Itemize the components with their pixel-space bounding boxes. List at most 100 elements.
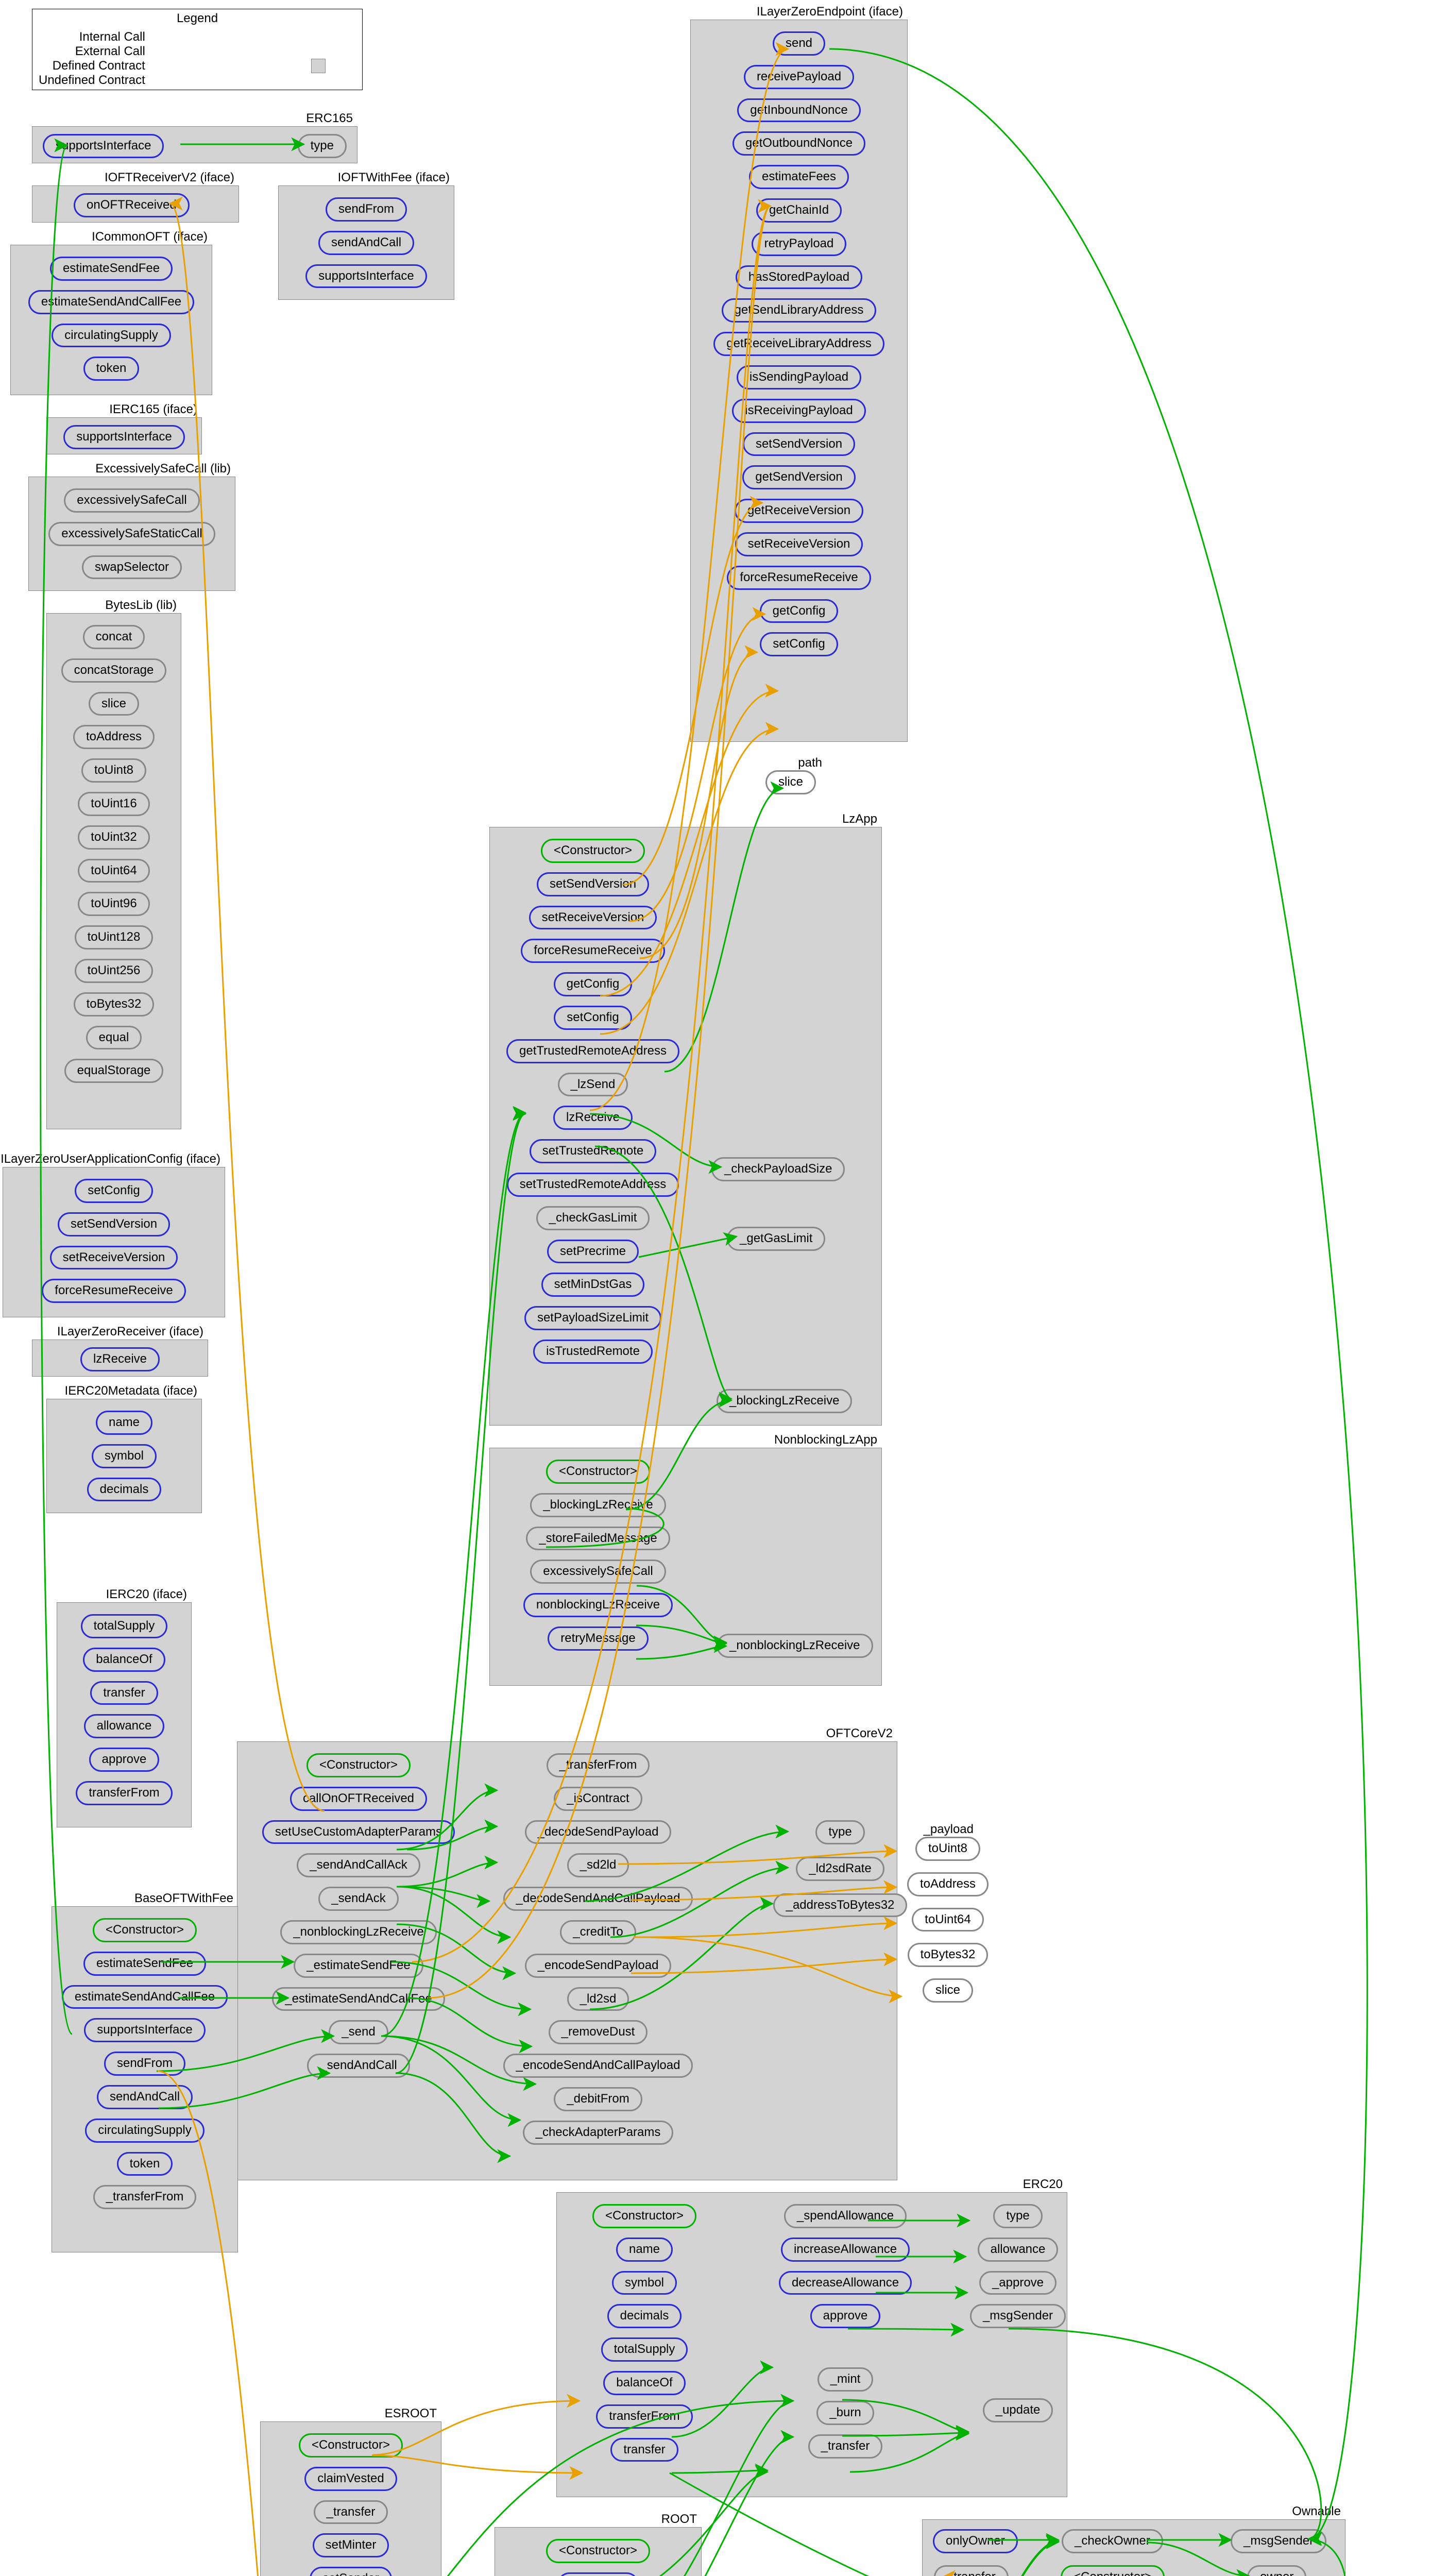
node: name [616, 2238, 673, 2262]
node: supportsInterface [84, 2018, 205, 2042]
node: totalSupply [81, 1614, 168, 1638]
node: _mint [817, 2367, 874, 2392]
node: setTrustedRemoteAddress [507, 1173, 679, 1197]
group-title: _payload [924, 1822, 974, 1837]
node: _decodeSendPayload [525, 1820, 672, 1844]
legend-defined-label: Defined Contract [39, 59, 145, 73]
node: retryMessage [548, 1626, 648, 1651]
node: _sendAndCallAck [297, 1853, 420, 1877]
cluster-lzapp: LzApp <Constructor> setSendVersion setRe… [489, 827, 882, 1426]
node-supportsInterface: supportsInterface [63, 425, 184, 449]
node: _burn [816, 2401, 874, 2425]
node-type: type [298, 134, 347, 158]
node: _msgSender [970, 2304, 1066, 2328]
node: <Constructor> [546, 2539, 650, 2563]
cluster-title: Ownable [1292, 2504, 1341, 2519]
node: onlyOwner [933, 2529, 1018, 2553]
node: equalStorage [64, 1059, 164, 1083]
node-estimateSendAndCallFee: estimateSendAndCallFee [28, 290, 194, 314]
cluster-ilzuac: ILayerZeroUserApplicationConfig (iface) … [3, 1167, 225, 1317]
cluster-title: ROOT [661, 2512, 697, 2527]
legend: Legend Internal Call External Call Defin… [32, 9, 363, 90]
node: setConfig [554, 1006, 632, 1030]
cluster-erc165: ERC165 supportsInterface type [32, 126, 357, 163]
node: _approve [979, 2271, 1057, 2295]
node: _ld2sd [567, 1987, 629, 2011]
node: <Constructor> [541, 839, 645, 863]
node: _transfer [314, 2500, 388, 2524]
node: _blockingLzReceive [530, 1493, 666, 1517]
node: type [993, 2204, 1042, 2228]
legend-undefined-label: Undefined Contract [39, 73, 145, 88]
cluster-title: IERC20 (iface) [106, 1587, 187, 1602]
node: _sd2ld [567, 1853, 629, 1877]
node: _checkAdapterParams [523, 2121, 674, 2145]
node: callOnOFTReceived [290, 1787, 427, 1811]
node: getReceiveLibraryAddress [713, 332, 884, 356]
cluster-root: ROOT <Constructor> sendFrom _transfer mi… [495, 2527, 702, 2576]
node: _storeFailedMessage [526, 1527, 670, 1551]
node: _estimateSendAndCallFee [272, 1987, 445, 2011]
node: receivePayload [744, 65, 854, 89]
node: _sendAndCall [307, 2054, 410, 2078]
node: <Constructor> [592, 2204, 696, 2228]
node: _isContract [554, 1787, 642, 1811]
legend-swatch [311, 59, 326, 73]
cluster-ierc165: IERC165 (iface) supportsInterface [46, 417, 202, 454]
node: _blockingLzReceive [717, 1389, 852, 1413]
node: toUint128 [75, 925, 154, 950]
node: isSendingPayload [737, 365, 861, 389]
node: toUint256 [75, 959, 154, 983]
cluster-title: OFTCoreV2 [826, 1726, 893, 1741]
node: slice [765, 770, 816, 794]
node: <Constructor> [1061, 2565, 1165, 2576]
node: decimals [607, 2304, 682, 2328]
node: toUint96 [78, 892, 149, 916]
cluster-title: NonblockingLzApp [774, 1433, 877, 1447]
node: slice [89, 692, 139, 716]
node: concat [83, 625, 145, 649]
node-onOFTReceived: onOFTReceived [74, 193, 190, 217]
node: toUint32 [78, 825, 149, 850]
node: setReceiveVersion [529, 906, 657, 930]
cluster-title: LzApp [842, 812, 877, 826]
node: _encodeSendAndCallPayload [503, 2054, 693, 2078]
node: totalSupply [601, 2337, 688, 2362]
node: transfer [610, 2438, 678, 2462]
node: retryPayload [752, 232, 847, 256]
cluster-title: ILayerZeroReceiver (iface) [57, 1325, 203, 1339]
group-title: path [798, 756, 822, 770]
cluster-baseoftwithfee: BaseOFTWithFee <Constructor> estimateSen… [52, 1906, 238, 2252]
node: setPayloadSizeLimit [524, 1306, 661, 1330]
node: toBytes32 [74, 992, 155, 1016]
cluster-title: IERC20Metadata (iface) [65, 1384, 197, 1398]
node: name [96, 1411, 152, 1435]
node: transfer [90, 1681, 158, 1705]
node: increaseAllowance [781, 2238, 910, 2262]
node: <Constructor> [306, 1753, 411, 1777]
node: _transferFrom [93, 2185, 197, 2209]
cluster-title: ERC165 [306, 111, 353, 126]
node: decimals [87, 1478, 162, 1502]
cluster-ioftreceiverv v2: IOFTReceiverV2 (iface) onOFTReceived [32, 185, 239, 223]
node: setPrecrime [547, 1240, 639, 1264]
cluster-ownable: Ownable onlyOwner _transfer _checkOwner … [922, 2519, 1345, 2576]
node: _estimateSendFee [294, 1954, 423, 1978]
node: type [815, 1820, 864, 1844]
node: setSendVersion [743, 432, 855, 456]
node: getOutboundNonce [732, 131, 865, 156]
node: _decodeSendAndCallPayload [503, 1887, 693, 1911]
node: setTrustedRemote [530, 1139, 657, 1163]
node: balanceOf [83, 1648, 165, 1672]
node: _removeDust [549, 2020, 648, 2044]
cluster-title: IERC165 (iface) [109, 402, 197, 417]
node: getConfig [760, 599, 839, 623]
node: getChainId [756, 198, 842, 223]
cluster-ioftwithfee: IOFTWithFee (iface) sendFrom sendAndCall… [278, 185, 454, 300]
node: symbol [92, 1444, 157, 1468]
node: _addressToBytes32 [773, 1893, 908, 1918]
node: balanceOf [603, 2371, 685, 2395]
cluster-ierc20meta: IERC20Metadata (iface) name symbol decim… [46, 1399, 202, 1513]
node-token: token [83, 357, 140, 381]
node: _send [329, 2020, 388, 2044]
